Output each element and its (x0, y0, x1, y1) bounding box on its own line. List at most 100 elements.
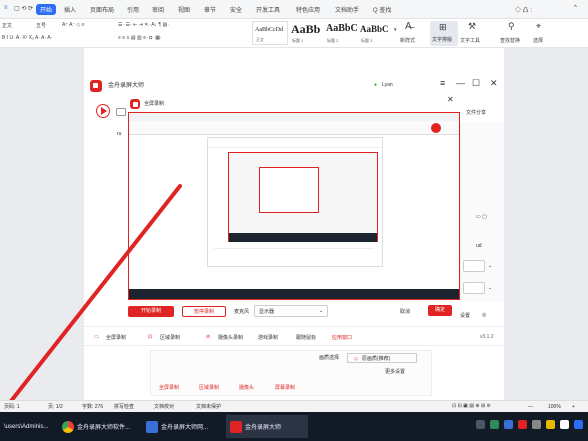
camera-icon[interactable] (116, 108, 126, 116)
bottom-item-camera[interactable]: 摄像头 (239, 385, 254, 391)
font-size-select[interactable]: 五号 (36, 22, 46, 29)
align-icon[interactable]: ≡ ≡ ≡ ▤ ▥ ≡· ◘· ▦· (118, 35, 162, 41)
status-bar: 页码: 1 页: 1/2 字数: 276 拼写检查 文档校对 文档未保护 ⊡ ⊟… (0, 400, 588, 412)
tray-icon-8[interactable] (574, 420, 583, 429)
nested-frame-inner (259, 167, 319, 213)
spell-check[interactable]: 拼写检查 (114, 404, 134, 410)
zoom-in-icon[interactable]: + (572, 404, 575, 410)
zoom-level[interactable]: 100% (548, 404, 561, 410)
dialog-close-icon[interactable]: ✕ (447, 96, 454, 104)
tray-icon-2[interactable] (490, 420, 499, 429)
more-settings-link[interactable]: 更多设置 (385, 369, 405, 375)
nested-record-icon (431, 123, 441, 133)
bottom-item-screen[interactable]: 屏幕录制 (275, 385, 295, 391)
menu-item-security[interactable]: 安全 (230, 5, 242, 14)
style-sample: AaBbC (360, 24, 389, 34)
save-icon[interactable]: ▢ ⟲ ⟳ (14, 5, 33, 12)
tray-icon-1[interactable] (476, 420, 485, 429)
quality-dropdown[interactable] (463, 282, 485, 294)
menu-item-assistant[interactable]: 文档助手 (335, 5, 359, 14)
format-dropdown[interactable] (463, 260, 485, 272)
style-h2[interactable]: AaBbC 标题 2 (324, 21, 358, 45)
menu-item-find[interactable]: Q 查找 (373, 5, 391, 14)
tray-icon-6[interactable] (546, 420, 555, 429)
display-select-value: 显示器 (259, 309, 275, 315)
recording-mode-title: 全屏录制 (144, 101, 165, 107)
menu-item-dev[interactable]: 开发工具 (256, 5, 280, 14)
file-share-label[interactable]: 文件分享 (466, 110, 486, 116)
minimize-icon[interactable]: — (456, 78, 465, 88)
recorder-taskbar-icon (230, 420, 242, 433)
menu-item-chapter[interactable]: 章节 (204, 5, 216, 14)
find-replace-icon[interactable]: ⚲ (508, 21, 515, 32)
side-label: ru (117, 131, 122, 137)
text-tool-button[interactable]: 文字工具 (460, 37, 480, 44)
quality-select[interactable]: ◇ 原画质(推荐) (347, 353, 417, 363)
new-style-button[interactable]: 新样式 (400, 37, 415, 44)
text-tool-icon[interactable]: ⚒ (468, 21, 476, 32)
menu-item-home[interactable]: 开始 (36, 4, 57, 15)
list-icon[interactable]: ☰· ☰· ⇤ ⇥ ✕· A↓ ¶ ▤· (118, 22, 169, 28)
tab-game[interactable]: 游戏录制 (258, 334, 278, 341)
nested-window (207, 137, 383, 267)
bold-icon[interactable]: B I U· A· X² X₂ A· A· A· (2, 35, 52, 41)
menu-item-view[interactable]: 视图 (178, 5, 190, 14)
select-button[interactable]: 选择 (533, 37, 543, 44)
menu-icon[interactable]: ≡ (440, 78, 445, 88)
user-name[interactable]: Lyan (382, 82, 393, 88)
style-h3[interactable]: AaBbC 标题 3 (358, 21, 392, 45)
tab-app-window[interactable]: 应用窗口 (332, 334, 352, 341)
styles-dropdown-icon[interactable]: ▾ (394, 27, 397, 33)
page-count: 页: 1/2 (48, 404, 63, 410)
view-mode-icons[interactable]: ⊡ ⊟ ▣ ▤ ⊕ ⊞ ⊘ (452, 403, 491, 409)
word-count[interactable]: 字数: 276 (82, 404, 103, 410)
nested-ribbon (129, 121, 459, 135)
confirm-button[interactable]: 确定 (428, 305, 452, 316)
zoom-out-icon[interactable]: — (528, 404, 533, 410)
doc-protect-status[interactable]: 文档未保护 (196, 404, 221, 410)
record-start-icon[interactable] (96, 104, 110, 118)
style-sample: AaBbC (326, 23, 358, 34)
camera-tab-icon[interactable]: ⊘ (206, 334, 210, 340)
menu-icon[interactable]: ≡ (4, 5, 8, 11)
menu-item-review[interactable]: 审阅 (152, 5, 164, 14)
dropdown-chevron-icon: ⌄ (488, 263, 493, 269)
find-replace-button[interactable]: 查找替换 (500, 37, 520, 44)
tray-icon-5[interactable] (532, 420, 541, 429)
close-icon[interactable]: ✕ (490, 78, 498, 89)
font-name-select[interactable]: 正文 (2, 22, 12, 29)
menu-item-insert[interactable]: 插入 (64, 5, 76, 14)
display-select[interactable]: 显示器 ⌄ (254, 305, 328, 317)
style-normal[interactable]: AaBbCcDd 正文 (252, 21, 288, 45)
settings-gear-icon[interactable]: ◎ (482, 312, 486, 318)
tab-follow-mouse[interactable]: 跟随鼠标 (296, 334, 316, 341)
task-wps[interactable]: 金舟录屏大师网... (142, 415, 224, 438)
collapse-icon[interactable]: ^ (574, 5, 577, 11)
style-label: 标题 3 (361, 38, 373, 43)
folder-icon[interactable]: ▭ ▢ (476, 214, 487, 220)
task-recorder[interactable]: 金舟录屏大师 (226, 415, 308, 438)
task-chrome[interactable]: 金舟录屏大师软件... (58, 415, 140, 438)
select-icon[interactable]: ⌖ (536, 21, 541, 32)
cancel-button[interactable]: 取消 (400, 309, 410, 315)
doc-check[interactable]: 文档校对 (154, 404, 174, 410)
menu-item-special[interactable]: 特色应用 (296, 5, 320, 14)
tray-icon-3[interactable] (504, 420, 513, 429)
chevron-down-icon: ⌄ (319, 308, 324, 314)
menu-item-reference[interactable]: 引用 (127, 5, 139, 14)
maximize-icon[interactable]: ☐ (472, 78, 480, 89)
new-style-icon[interactable]: A̶ (405, 21, 412, 32)
style-h1[interactable]: AaBb 标题 1 (289, 21, 323, 45)
comment-icon[interactable]: ◇ 凸 : (515, 5, 532, 14)
tray-icon-7[interactable] (560, 420, 569, 429)
menu-bar: ≡ ▢ ⟲ ⟳ 开始 插入 页面布局 引用 审阅 视图 章节 安全 开发工具 特… (0, 0, 588, 19)
tray-icon-4[interactable] (518, 420, 527, 429)
grow-font-icon[interactable]: A⁺ A⁻ ◇ ≡ (62, 22, 85, 28)
menu-item-layout[interactable]: 页面布局 (90, 5, 114, 14)
tab-camera[interactable]: 摄像头录制 (218, 334, 243, 341)
task-explorer[interactable]: \users\Adminis... (0, 415, 58, 438)
audio-source-label[interactable]: 麦克风 (234, 309, 249, 315)
style-label: 标题 1 (292, 38, 304, 43)
text-layout-button[interactable]: ⊞ 文字排版 (430, 21, 458, 46)
bottom-item-region[interactable]: 区域录制 (199, 385, 219, 391)
